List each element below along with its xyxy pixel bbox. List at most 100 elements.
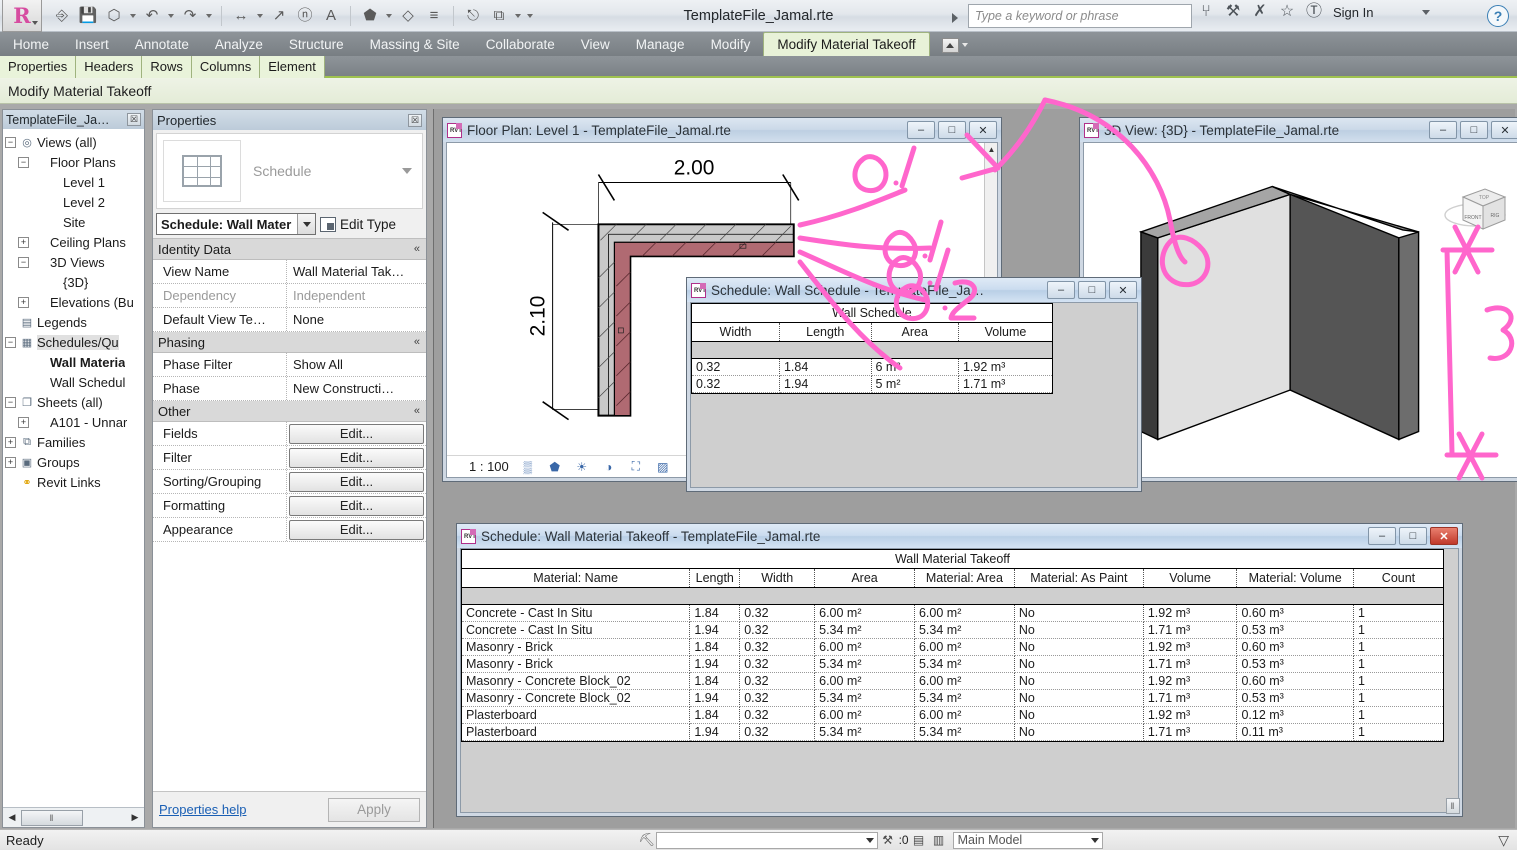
maximize-button[interactable]: □: [1399, 527, 1427, 545]
table-cell[interactable]: 5.34 m²: [914, 621, 1015, 639]
customize-qat-icon[interactable]: [525, 5, 535, 27]
table-cell[interactable]: 0.53 m³: [1236, 689, 1354, 707]
table-row[interactable]: 0.32 1.84 6 m² 1.92 m³: [692, 358, 1052, 376]
table-row[interactable]: Plasterboard 1.84 0.32 6.00 m² 6.00 m² No 1.92…: [462, 706, 1443, 724]
panel-tab-rows[interactable]: Rows: [142, 56, 192, 78]
table-cell[interactable]: 0.60 m³: [1236, 638, 1354, 656]
column-header[interactable]: Volume: [958, 322, 1052, 342]
browser-item-ceiling-plans[interactable]: + Ceiling Plans: [5, 232, 144, 252]
table-cell[interactable]: Plasterboard: [462, 706, 691, 724]
table-cell[interactable]: 1.94: [689, 689, 741, 707]
table-cell[interactable]: 6.00 m²: [814, 672, 915, 690]
panel-tab-element[interactable]: Element: [260, 56, 325, 78]
tag-icon[interactable]: ⓝ: [293, 4, 317, 28]
browser-item-elevations-bu[interactable]: + Elevations (Bu: [5, 292, 144, 312]
ribbon-tab-annotate[interactable]: Annotate: [122, 34, 202, 56]
thin-lines-icon[interactable]: ≡: [422, 4, 446, 28]
table-row[interactable]: Masonry - Concrete Block_02 1.84 0.32 6.00 …: [462, 672, 1443, 690]
minimize-button[interactable]: –: [1047, 281, 1075, 299]
wall-schedule-grid-area[interactable]: Wall Schedule Width Length Area Volume 0.32 1.…: [691, 303, 1137, 487]
table-cell[interactable]: 1.71 m³: [1143, 689, 1238, 707]
table-cell[interactable]: 1.84: [689, 604, 741, 622]
table-cell[interactable]: 1: [1353, 706, 1443, 724]
table-cell[interactable]: 1.92 m³: [1143, 672, 1238, 690]
property-value[interactable]: Show All: [287, 353, 426, 376]
ribbon-tab-view[interactable]: View: [568, 34, 623, 56]
table-cell[interactable]: 1: [1353, 621, 1443, 639]
expand-icon[interactable]: +: [18, 236, 29, 248]
table-cell[interactable]: 1: [1353, 723, 1443, 741]
property-value[interactable]: None: [287, 308, 426, 331]
browser-item-a101-unnar[interactable]: + A101 - Unnar: [5, 412, 144, 432]
table-cell[interactable]: 1.71 m³: [1143, 723, 1238, 741]
minimize-button[interactable]: –: [1368, 527, 1396, 545]
ribbon-tab-manage[interactable]: Manage: [623, 34, 698, 56]
material-takeoff-grid-area[interactable]: Wall Material Takeoff Material: Name Lengt…: [461, 549, 1458, 812]
text-icon[interactable]: A: [319, 4, 343, 28]
table-cell[interactable]: 1.92 m³: [1143, 604, 1238, 622]
aligned-dimension-icon[interactable]: ↗: [267, 4, 291, 28]
table-cell[interactable]: No: [1014, 621, 1144, 639]
minimize-button[interactable]: –: [1429, 121, 1457, 139]
edit-button[interactable]: Edit...: [289, 423, 424, 444]
table-cell[interactable]: 1.92 m³: [1143, 706, 1238, 724]
sync-dropdown-icon[interactable]: [128, 5, 138, 27]
table-cell[interactable]: 5.34 m²: [814, 689, 915, 707]
collapse-icon[interactable]: −: [18, 256, 29, 268]
table-cell[interactable]: 6.00 m²: [914, 604, 1015, 622]
close-icon[interactable]: ☒: [127, 113, 141, 126]
maximize-button[interactable]: □: [1078, 281, 1106, 299]
close-button[interactable]: ✕: [969, 121, 997, 139]
table-cell[interactable]: 1: [1353, 604, 1443, 622]
table-cell[interactable]: 0.32: [692, 358, 780, 376]
column-header[interactable]: Width: [692, 322, 780, 342]
expand-icon[interactable]: +: [5, 456, 16, 468]
wall-schedule-titlebar[interactable]: RVT Schedule: Wall Schedule - TemplateFi…: [687, 278, 1141, 302]
application-menu-button[interactable]: R: [2, 0, 42, 32]
redo-icon[interactable]: ↷: [178, 4, 202, 28]
table-cell[interactable]: 1.94: [689, 621, 741, 639]
type-selector-combobox[interactable]: Schedule: Wall Mater: [156, 213, 316, 235]
exclude-options-icon[interactable]: ▥: [929, 833, 949, 847]
table-cell[interactable]: 5 m²: [871, 375, 959, 393]
table-cell[interactable]: Masonry - Brick: [462, 655, 691, 673]
table-cell[interactable]: 1.71 m³: [958, 375, 1052, 393]
browser-item-sheets-all-[interactable]: − ❐ Sheets (all): [5, 392, 144, 412]
table-cell[interactable]: 0.60 m³: [1236, 604, 1354, 622]
table-cell[interactable]: 6.00 m²: [814, 706, 915, 724]
sign-in-chevron-icon[interactable]: [1422, 9, 1431, 15]
properties-group-phasing[interactable]: Phasing «: [153, 332, 426, 353]
edit-type-button[interactable]: Edit Type: [320, 216, 396, 232]
browser-item-wall-materia[interactable]: Wall Materia: [5, 352, 144, 372]
view-scale-label[interactable]: 1 : 100: [469, 459, 509, 474]
table-cell[interactable]: 1.94: [689, 655, 741, 673]
measure-dropdown-icon[interactable]: [255, 5, 265, 27]
properties-group-identity-data[interactable]: Identity Data «: [153, 239, 426, 260]
ribbon-tab-structure[interactable]: Structure: [276, 34, 357, 56]
table-cell[interactable]: 0.32: [739, 706, 816, 724]
close-icon[interactable]: ☒: [408, 113, 422, 127]
undo-dropdown-icon[interactable]: [166, 5, 176, 27]
wall-schedule-window[interactable]: RVT Schedule: Wall Schedule - TemplateFi…: [686, 277, 1142, 492]
sign-in-button[interactable]: Sign In: [1333, 5, 1373, 20]
table-row[interactable]: Plasterboard 1.94 0.32 5.34 m² 5.34 m² No 1.71…: [462, 723, 1443, 741]
browser-item-3d-views[interactable]: − 3D Views: [5, 252, 144, 272]
table-row[interactable]: Masonry - Concrete Block_02 1.94 0.32 5.34 …: [462, 689, 1443, 707]
browser-item-floor-plans[interactable]: − Floor Plans: [5, 152, 144, 172]
default-3d-view-icon[interactable]: ⬟: [358, 4, 382, 28]
table-cell[interactable]: 5.34 m²: [814, 723, 915, 741]
column-header[interactable]: Length: [689, 568, 741, 588]
table-cell[interactable]: 6.00 m²: [814, 604, 915, 622]
scroll-thumb[interactable]: ‖: [21, 809, 83, 826]
browser-item-legends[interactable]: ▤ Legends: [5, 312, 144, 332]
browser-item-groups[interactable]: + ▣ Groups: [5, 452, 144, 472]
table-cell[interactable]: 0.53 m³: [1236, 621, 1354, 639]
column-header[interactable]: Area: [871, 322, 959, 342]
table-cell[interactable]: 5.34 m²: [914, 723, 1015, 741]
table-cell[interactable]: 1: [1353, 689, 1443, 707]
browser-item-schedules-qu[interactable]: − ▦ Schedules/Qu: [5, 332, 144, 352]
browser-item-wall-schedul[interactable]: Wall Schedul: [5, 372, 144, 392]
sun-path-icon[interactable]: ☀: [574, 459, 590, 474]
collapse-icon[interactable]: −: [18, 156, 29, 168]
status-selection-combobox[interactable]: [655, 831, 878, 849]
